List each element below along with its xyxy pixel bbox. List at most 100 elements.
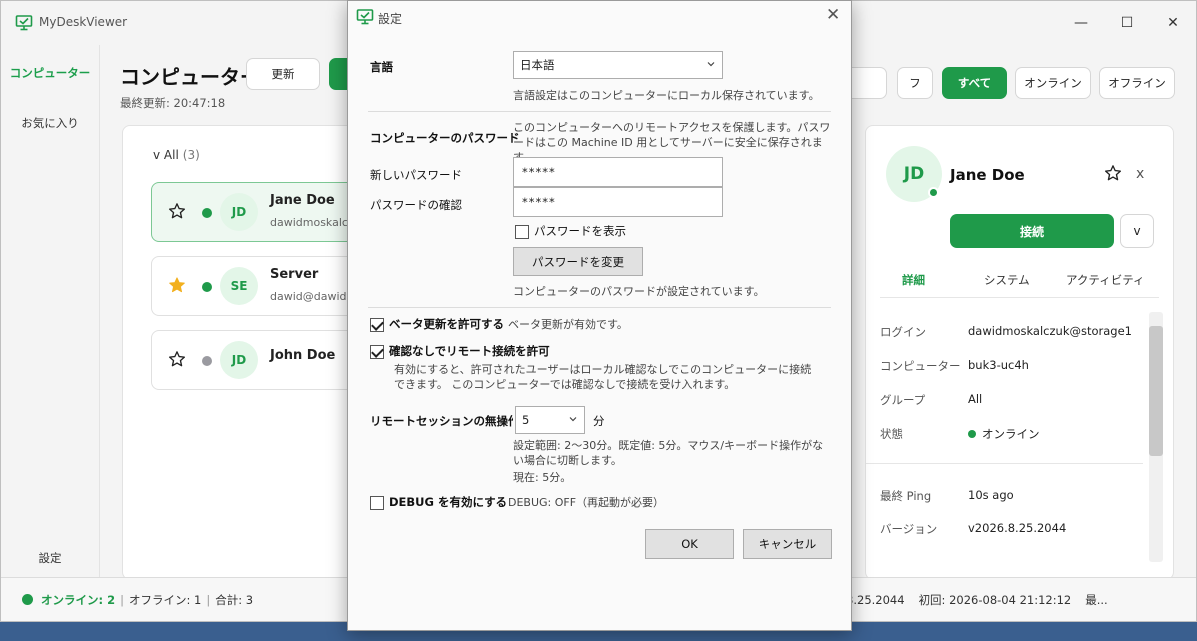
first-seen-text: 初回: 2026-08-04 21:12:12 [918,593,1072,607]
window-controls: — ☐ ✕ [1058,1,1196,45]
status-counts: オンライン: 2 | オフライン: 1 | 合計: 3 [41,593,254,607]
total-count: 合計: 3 [215,593,254,607]
ok-button[interactable]: OK [645,529,734,559]
minimize-button[interactable]: — [1058,1,1104,45]
timeout-current: 現在: 5分。 [513,471,572,484]
scrollbar-thumb[interactable] [1149,326,1163,456]
row-label: ログイン [880,325,926,339]
row-label: コンピューター [880,359,961,373]
tab-details[interactable]: 詳細 [902,272,925,288]
remote-no-confirm-note: 有効にすると、許可されたユーザーはローカル確認なしでこのコンピューターに接続でき… [394,363,812,391]
row-value: オンライン [968,426,1040,442]
filter-all-button[interactable]: すべて [942,67,1007,99]
star-filled-icon[interactable] [168,276,186,294]
new-password-field[interactable]: ***** [513,157,723,187]
password-status: コンピューターのパスワードが設定されています。 [513,285,765,298]
confirm-password-field[interactable]: ***** [513,187,723,217]
divider [368,307,831,308]
connect-options-button[interactable]: v [1120,214,1154,248]
page-title: コンピューター [120,65,260,89]
filter-offline-button[interactable]: オフライン [1099,67,1175,99]
computer-list-panel: v All(3) JD Jane Doe dawidmoskalczuk SE … [122,125,391,580]
online-status-dot [968,430,976,438]
close-dialog-button[interactable]: ✕ [826,5,840,25]
offline-count: オフライン: 1 [128,593,202,607]
row-value: v2026.8.25.2044 [968,521,1067,535]
sidebar-item-computers[interactable]: コンピューター [1,65,99,81]
settings-dialog: 設定 ✕ 言語 日本語 言語設定はこのコンピューターにローカル保存されています。… [347,0,852,631]
row-value: dawidmoskalczuk@storage1 [968,324,1132,338]
tab-system[interactable]: システム [984,272,1030,288]
beta-updates-status: ベータ更新が有効です。 [508,318,628,331]
avatar: SE [220,267,258,305]
password-section-label: コンピューターのパスワード [370,131,520,145]
close-detail-button[interactable]: x [1136,166,1144,182]
timeout-note: 設定範囲: 2〜30分。既定値: 5分。マウス/キーボード操作がない場合に切断し… [513,439,824,467]
sidebar: コンピューター お気に入り 設定 情報 [1,45,99,621]
maximize-button[interactable]: ☐ [1104,1,1150,45]
remote-no-confirm-label: 確認なしでリモート接続を許可 [389,344,550,358]
offline-status-dot [202,356,212,366]
beta-updates-label: ベータ更新を許可する [389,317,504,331]
row-label: 最終 Ping [880,489,932,503]
sidebar-item-favorites[interactable]: お気に入り [1,115,99,131]
connect-button[interactable]: 接続 [950,214,1114,248]
monitor-icon [15,15,33,31]
computer-name: Jane Doe [270,193,335,208]
last-updated-text: 最終更新: 20:47:18 [120,96,226,110]
refresh-button[interactable]: 更新 [246,58,320,90]
computer-user: dawid@dawidv [270,290,350,303]
tab-divider [880,297,1159,298]
star-outline-icon[interactable] [1104,164,1122,182]
debug-status: DEBUG: OFF（再起動が必要） [508,496,665,509]
chevron-down-icon [707,62,715,67]
show-password-checkbox[interactable] [515,225,529,239]
star-outline-icon[interactable] [168,350,186,368]
row-label: 状態 [880,427,903,441]
tab-activity[interactable]: アクティビティ [1066,272,1145,288]
row-label: グループ [880,393,926,407]
timeout-select[interactable]: 5 [515,406,585,434]
row-value: All [968,392,983,406]
change-password-button[interactable]: パスワードを変更 [513,247,643,276]
group-header-all[interactable]: v All (3) [153,148,200,162]
beta-updates-checkbox[interactable] [370,318,384,332]
debug-label: DEBUG を有効にする [389,495,508,509]
monitor-icon [356,9,374,25]
online-status-dot [22,594,33,605]
app-title: MyDeskViewer [39,15,128,29]
detail-name: Jane Doe [950,166,1025,184]
dialog-title: 設定 [378,12,403,26]
new-password-label: 新しいパスワード [370,168,462,182]
cancel-button[interactable]: キャンセル [743,529,832,559]
filter-online-button[interactable]: オンライン [1015,67,1091,99]
computer-user: dawidmoskalczuk [270,216,350,229]
language-label: 言語 [370,60,393,74]
sidebar-item-settings[interactable]: 設定 [1,550,99,566]
close-window-button[interactable]: ✕ [1150,1,1196,45]
row-value: 10s ago [968,488,1014,502]
online-status-dot [202,208,212,218]
star-outline-icon[interactable] [168,202,186,220]
online-status-dot [928,187,939,198]
confirm-password-label: パスワードの確認 [370,198,462,212]
language-select[interactable]: 日本語 [513,51,723,79]
computer-name: Server [270,267,319,282]
chevron-down-icon [569,417,577,422]
computer-detail-panel: JD Jane Doe x 接続 v 詳細 システム アクティビティ ログイン … [865,125,1174,580]
avatar: JD [220,341,258,379]
avatar: JD [220,193,258,231]
timeout-unit: 分 [593,414,605,428]
remote-no-confirm-checkbox[interactable] [370,345,384,359]
filter-f-button[interactable]: フ [897,67,933,99]
language-note: 言語設定はこのコンピューターにローカル保存されています。 [513,89,820,102]
debug-checkbox[interactable] [370,496,384,510]
row-value: buk3-uc4h [968,358,1029,372]
divider [368,111,831,112]
timeout-label: リモートセッションの無操作タイム [370,414,513,428]
last-seen-text: 最... [1085,593,1108,607]
show-password-label: パスワードを表示 [534,224,626,238]
online-status-dot [202,282,212,292]
divider [866,463,1143,464]
computer-name: John Doe [270,348,336,363]
